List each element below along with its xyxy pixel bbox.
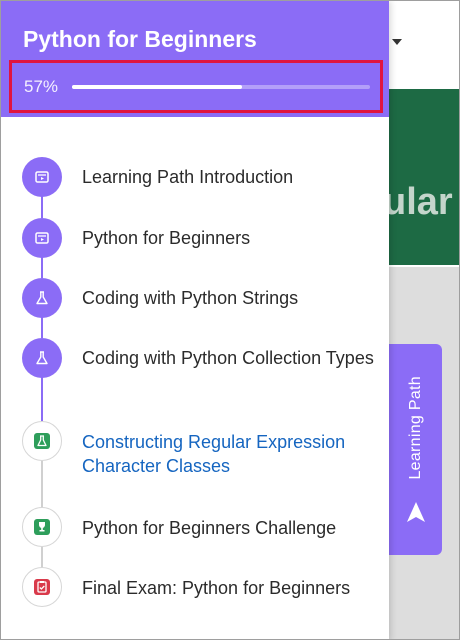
step-list: Learning Path Introduction Python for Be… [1,117,389,639]
step-item-coding-with-python-strings[interactable]: Coding with Python Strings [1,278,389,318]
exam-clipboard-icon [22,567,62,607]
background-banner-text: ular I [387,181,459,223]
step-item-constructing-regular-expression-character-classes[interactable]: Constructing Regular Expression Characte… [1,421,389,476]
step-label: Python for Beginners Challenge [82,518,337,538]
background-banner: ular I [387,89,459,265]
progress-percent: 57% [24,76,59,96]
learning-path-drawer: Python for Beginners 57% Learning Path I… [1,1,389,639]
lab-flask-icon [22,278,62,318]
step-label: Coding with Python Collection Types [82,348,374,368]
step-label: Constructing Regular Expression Characte… [82,432,346,476]
step-item-coding-with-python-collection-types[interactable]: Coding with Python Collection Types [1,338,389,388]
lesson-icon [22,157,62,197]
progress-highlight: 57% [9,60,383,113]
step-connector [41,257,43,278]
step-connector [41,547,43,569]
learning-path-tab-label: Learning Path [406,375,424,480]
navigation-arrow-icon [406,501,426,523]
step-item-python-for-beginners[interactable]: Python for Beginners [1,218,389,258]
lesson-icon [22,218,62,258]
trophy-icon [22,507,62,547]
drawer-title: Python for Beginners [23,26,257,52]
step-label: Python for Beginners [82,228,251,248]
step-item-python-for-beginners-challenge[interactable]: Python for Beginners Challenge [1,507,389,547]
step-item-learning-path-introduction[interactable]: Learning Path Introduction [1,157,389,197]
step-connector [41,195,43,218]
lab-flask-icon [22,421,62,461]
progress-bar [72,84,370,89]
step-label: Learning Path Introduction [82,167,294,187]
app-frame: y ular I Learning Path Python for Beginn… [0,0,460,640]
step-connector [41,317,43,338]
drawer-header: Python for Beginners 57% [1,1,389,117]
chevron-down-icon [392,38,402,45]
step-label: Final Exam: Python for Beginners [82,578,351,598]
lab-flask-icon [22,338,62,378]
learning-path-tab[interactable]: Learning Path [389,344,442,555]
step-label: Coding with Python Strings [82,288,299,308]
step-item-final-exam-python-for-beginners[interactable]: Final Exam: Python for Beginners [1,567,389,617]
progress-bar-fill [72,84,242,89]
